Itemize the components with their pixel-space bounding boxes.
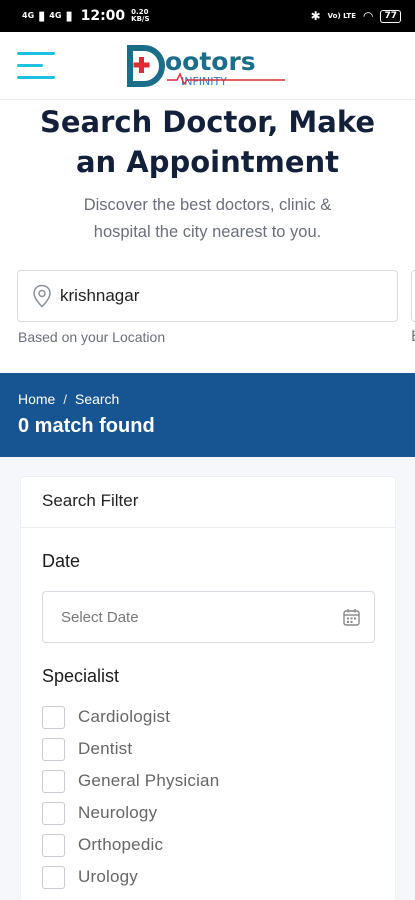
- search-filter-card: Search Filter Date Select Date Specialis…: [20, 476, 396, 900]
- signal-bars-icon: ▮: [38, 8, 46, 24]
- wifi-icon: ◠: [362, 9, 374, 23]
- specialist-option-label: Dentist: [78, 739, 133, 758]
- next-search-input[interactable]: [411, 270, 415, 322]
- page-title: Search Doctor, Make an Appointment: [39, 105, 376, 179]
- specialist-option-label: General Physician: [78, 771, 220, 790]
- breadcrumb-bar: Home / Search 0 match found: [0, 373, 415, 457]
- clock: 12:00: [80, 8, 126, 24]
- checkbox[interactable]: [42, 769, 65, 793]
- date-placeholder: Select Date: [61, 608, 139, 626]
- filter-title: Search Filter: [21, 477, 395, 528]
- status-left: 4G ▮ 4G ▮ 12:00 0.20 KB/S: [22, 8, 150, 24]
- checkbox[interactable]: [42, 737, 65, 761]
- signal-1: 4G: [22, 11, 35, 20]
- match-count: 0 match found: [18, 415, 155, 437]
- specialist-option-label: Urology: [78, 867, 138, 886]
- checkbox[interactable]: [42, 865, 65, 889]
- logo-text-sub: INFINITY: [181, 75, 227, 88]
- hamburger-icon[interactable]: [17, 52, 55, 80]
- specialist-option[interactable]: Urology: [42, 864, 138, 890]
- location-hint: Based on your Location: [18, 329, 166, 345]
- specialist-option[interactable]: Orthopedic: [42, 832, 163, 858]
- specialist-option[interactable]: Neurology: [42, 800, 157, 826]
- specialist-option[interactable]: Dentist: [42, 736, 132, 762]
- signal-2: 4G: [49, 11, 62, 20]
- specialist-option-label: Cardiologist: [78, 707, 171, 726]
- specialist-option-label: Neurology: [78, 803, 158, 822]
- location-value: krishnagar: [60, 286, 140, 305]
- location-pin-icon: [33, 284, 51, 308]
- location-input[interactable]: krishnagar: [17, 270, 398, 322]
- network-label: Vo) LTE: [327, 12, 356, 20]
- logo-text-main: ootors: [165, 47, 256, 76]
- breadcrumb: Home / Search: [18, 391, 119, 407]
- specialist-option[interactable]: Cardiologist: [42, 704, 170, 730]
- status-right: ✱ Vo) LTE ◠ 77: [311, 9, 401, 23]
- checkbox[interactable]: [42, 833, 65, 857]
- page-subtitle: Discover the best doctors, clinic & hosp…: [83, 196, 332, 241]
- specialist-option-label: Orthopedic: [78, 835, 164, 854]
- signal-bars-icon-2: ▮: [65, 8, 73, 24]
- date-label: Date: [42, 551, 81, 571]
- specialist-option[interactable]: General Physician: [42, 768, 219, 794]
- breadcrumb-home[interactable]: Home: [18, 391, 55, 407]
- app-header: ootors INFINITY: [0, 32, 415, 100]
- specialist-label: Specialist: [42, 666, 120, 686]
- next-input-hint: B: [411, 329, 415, 345]
- breadcrumb-separator: /: [63, 391, 67, 407]
- status-bar: 4G ▮ 4G ▮ 12:00 0.20 KB/S ✱ Vo) LTE ◠ 77: [0, 0, 415, 32]
- net-speed: 0.20 KB/S: [131, 8, 150, 23]
- breadcrumb-current: Search: [74, 391, 120, 407]
- checkbox[interactable]: [42, 705, 65, 729]
- date-field[interactable]: Select Date: [42, 591, 375, 643]
- checkbox[interactable]: [42, 801, 65, 825]
- bluetooth-icon: ✱: [310, 9, 321, 23]
- calendar-icon: [343, 609, 360, 626]
- doctors-infinity-logo[interactable]: ootors INFINITY: [127, 40, 289, 92]
- battery-icon: 77: [380, 9, 401, 23]
